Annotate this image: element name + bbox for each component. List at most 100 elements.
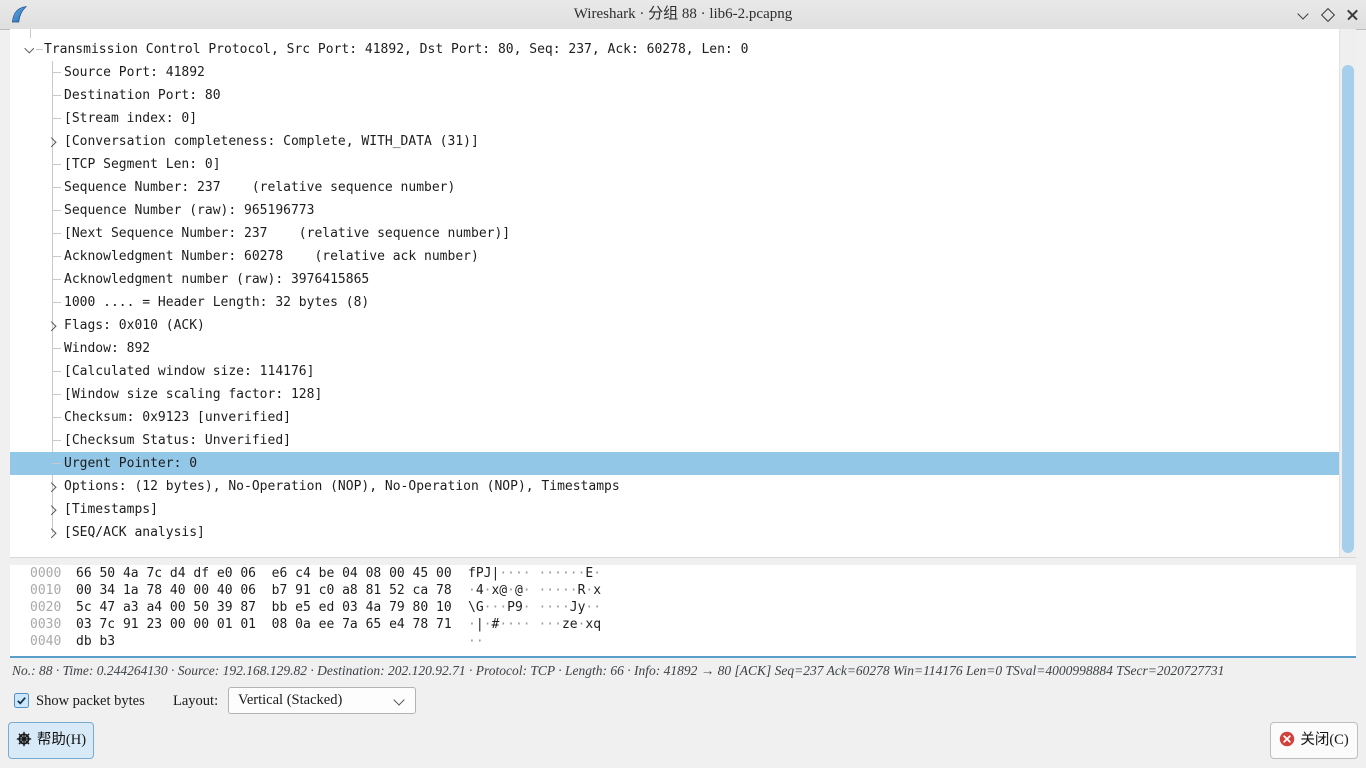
hex-offset: 0010 (30, 582, 76, 599)
hex-row[interactable]: 003003 7c 91 23 00 00 01 01 08 0a ee 7a … (10, 616, 1356, 633)
tree-item-label: [Conversation completeness: Complete, WI… (64, 130, 479, 153)
tree-item-label: [Next Sequence Number: 237 (relative seq… (64, 222, 510, 245)
tree-connector (52, 279, 61, 280)
tree-item-label: Options: (12 bytes), No-Operation (NOP),… (64, 475, 620, 498)
hex-row[interactable]: 000066 50 4a 7c d4 df e0 06 e6 c4 be 04 … (10, 565, 1356, 582)
tree-item[interactable]: Acknowledgment number (raw): 3976415865 (10, 268, 1340, 291)
vertical-scrollbar[interactable] (1339, 29, 1356, 557)
tree-item[interactable]: [Next Sequence Number: 237 (relative seq… (10, 222, 1340, 245)
tree-item[interactable]: Destination Port: 80 (10, 84, 1340, 107)
tree-item-expandable[interactable]: Options: (12 bytes), No-Operation (NOP),… (10, 475, 1340, 498)
show-packet-bytes-checkbox[interactable] (14, 693, 29, 708)
minimize-icon (1297, 8, 1308, 19)
tree-item-label: Acknowledgment number (raw): 3976415865 (64, 268, 369, 291)
tree-item-label: Sequence Number (raw): 965196773 (64, 199, 314, 222)
tree-connector (52, 348, 61, 349)
hex-row[interactable]: 0040db b3·· (10, 633, 1356, 650)
help-helm-icon (16, 731, 32, 747)
footer-controls: Show packet bytes Layout: Vertical (Stac… (0, 684, 1366, 718)
hex-bytes[interactable]: 03 7c 91 23 00 00 01 01 08 0a ee 7a 65 e… (76, 616, 468, 633)
tree-item[interactable]: [Checksum Status: Unverified] (10, 429, 1340, 452)
chevron-right-icon[interactable] (47, 504, 59, 516)
hex-ascii[interactable]: ·|·#···· ···ze·xq (468, 617, 601, 632)
tree-connector (52, 256, 61, 257)
packet-bytes-pane[interactable]: 000066 50 4a 7c d4 df e0 06 e6 c4 be 04 … (10, 565, 1356, 658)
tree-item-tcp-root[interactable]: Transmission Control Protocol, Src Port:… (10, 38, 1340, 61)
hex-offset: 0030 (30, 616, 76, 633)
chevron-right-icon[interactable] (47, 481, 59, 493)
tree-item-selected[interactable]: Urgent Pointer: 0 (10, 452, 1340, 475)
hex-row[interactable]: 001000 34 1a 78 40 00 40 06 b7 91 c0 a8 … (10, 582, 1356, 599)
tree-item-label: Destination Port: 80 (64, 84, 221, 107)
show-packet-bytes-label[interactable]: Show packet bytes (36, 684, 145, 718)
tree-item-expandable[interactable]: [Conversation completeness: Complete, WI… (10, 130, 1340, 153)
tree-item-label: 1000 .... = Header Length: 32 bytes (8) (64, 291, 369, 314)
hex-bytes[interactable]: 66 50 4a 7c d4 df e0 06 e6 c4 be 04 08 0… (76, 565, 468, 582)
chevron-right-icon[interactable] (47, 527, 59, 539)
tree-item-expandable[interactable]: [SEQ/ACK analysis] (10, 521, 1340, 544)
protocol-tree: Transmission Control Protocol, Src Port:… (10, 29, 1340, 557)
layout-select[interactable]: Vertical (Stacked) (228, 687, 416, 714)
hex-bytes[interactable]: db b3 (76, 633, 468, 650)
checkmark-icon (15, 694, 28, 707)
tree-item-label: Checksum: 0x9123 [unverified] (64, 406, 291, 429)
tree-item[interactable]: Sequence Number: 237 (relative sequence … (10, 176, 1340, 199)
tree-connector (52, 72, 61, 73)
window-close-button[interactable] (1338, 0, 1364, 29)
minimize-button[interactable] (1290, 0, 1316, 29)
tree-item-label: Acknowledgment Number: 60278 (relative a… (64, 245, 479, 268)
hex-ascii[interactable]: ·4·x@·@· ·····R·x (468, 583, 601, 598)
tree-connector (52, 187, 61, 188)
tree-connector (52, 118, 61, 119)
tree-item[interactable]: [Stream index: 0] (10, 107, 1340, 130)
tree-item-label: [Timestamps] (64, 498, 158, 521)
hex-row[interactable]: 00205c 47 a3 a4 00 50 39 87 bb e5 ed 03 … (10, 599, 1356, 616)
tree-item[interactable]: 1000 .... = Header Length: 32 bytes (8) (10, 291, 1340, 314)
close-dialog-button[interactable]: 关闭(C) (1270, 722, 1358, 759)
packet-summary-line: No.: 88 · Time: 0.244264130 · Source: 19… (12, 661, 1354, 681)
tree-item[interactable]: [TCP Segment Len: 0] (10, 153, 1340, 176)
scrollbar-thumb[interactable] (1342, 65, 1354, 553)
hex-bytes[interactable]: 5c 47 a3 a4 00 50 39 87 bb e5 ed 03 4a 7… (76, 599, 468, 616)
tree-item-label: [Checksum Status: Unverified] (64, 429, 291, 452)
tree-item[interactable]: Acknowledgment Number: 60278 (relative a… (10, 245, 1340, 268)
close-button-label: 关闭(C) (1300, 732, 1348, 748)
chevron-right-icon[interactable] (47, 320, 59, 332)
tree-connector (52, 210, 61, 211)
close-red-icon (1279, 731, 1295, 747)
hex-ascii[interactable]: ·· (468, 634, 484, 649)
tree-item-label: [SEQ/ACK analysis] (64, 521, 205, 544)
tree-item[interactable]: Source Port: 41892 (10, 61, 1340, 84)
tree-connector (36, 49, 43, 50)
chevron-right-icon[interactable] (47, 136, 59, 148)
tree-connector (52, 463, 61, 464)
tree-connector (52, 440, 61, 441)
hex-ascii[interactable]: fPJ|···· ······E· (468, 566, 601, 581)
tree-item-expandable[interactable]: [Timestamps] (10, 498, 1340, 521)
tree-item-label: Urgent Pointer: 0 (64, 452, 197, 475)
help-button[interactable]: 帮助(H) (8, 722, 94, 759)
packet-detail-pane: Transmission Control Protocol, Src Port:… (10, 29, 1356, 558)
tree-item-label: Transmission Control Protocol, Src Port:… (44, 38, 748, 61)
hex-bytes[interactable]: 00 34 1a 78 40 00 40 06 b7 91 c0 a8 81 5… (76, 582, 468, 599)
hex-ascii[interactable]: \G···P9· ····Jy·· (468, 600, 601, 615)
tree-connector (52, 394, 61, 395)
tree-connector (52, 233, 61, 234)
chevron-down-icon[interactable] (24, 44, 36, 56)
title-bar: Wireshark · 分组 88 · lib6-2.pcapng (0, 0, 1366, 30)
tree-connector (30, 29, 31, 38)
tree-item-label: [Window size scaling factor: 128] (64, 383, 322, 406)
tree-item[interactable]: Sequence Number (raw): 965196773 (10, 199, 1340, 222)
layout-label: Layout: (173, 684, 218, 718)
tree-item[interactable]: Window: 892 (10, 337, 1340, 360)
maximize-button[interactable] (1314, 0, 1340, 29)
tree-item[interactable]: [Calculated window size: 114176] (10, 360, 1340, 383)
window-title: Wireshark · 分组 88 · lib6-2.pcapng (0, 0, 1366, 29)
hex-offset: 0020 (30, 599, 76, 616)
tree-item[interactable]: [Window size scaling factor: 128] (10, 383, 1340, 406)
tree-item-expandable[interactable]: Flags: 0x010 (ACK) (10, 314, 1340, 337)
layout-selected-value: Vertical (Stacked) (238, 688, 342, 713)
tree-item[interactable]: Checksum: 0x9123 [unverified] (10, 406, 1340, 429)
chevron-down-icon (393, 694, 404, 705)
tree-item-label: Window: 892 (64, 337, 150, 360)
